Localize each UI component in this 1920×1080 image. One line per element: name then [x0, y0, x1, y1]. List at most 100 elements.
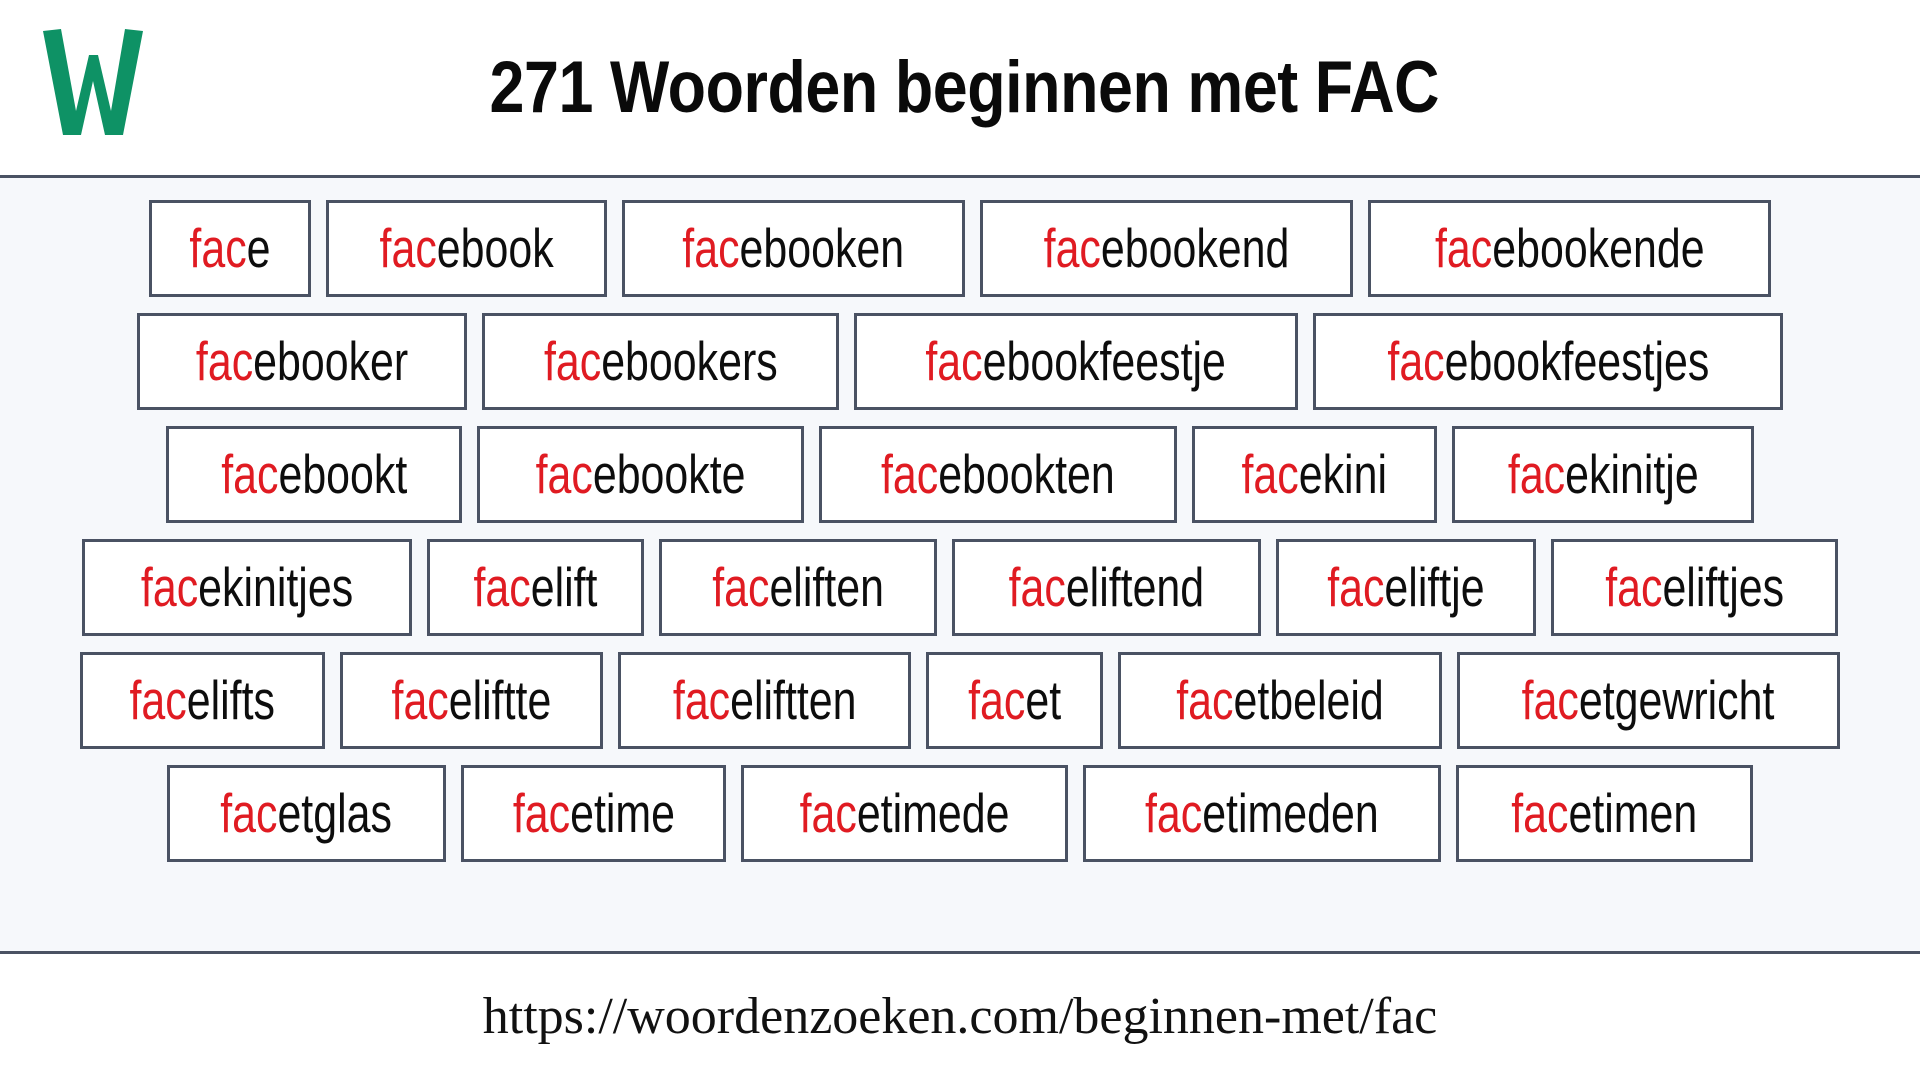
word-prefix: fac	[473, 556, 531, 618]
word-box[interactable]: faceliftend	[952, 539, 1261, 636]
word-suffix: elift	[530, 556, 598, 618]
word-label: faceliftten	[673, 673, 857, 728]
word-suffix: eliftjes	[1662, 556, 1784, 618]
word-box[interactable]: facetglas	[167, 765, 446, 862]
word-box[interactable]: facet	[926, 652, 1104, 749]
word-label: facebook	[379, 221, 553, 276]
word-prefix: fac	[1604, 556, 1663, 618]
word-suffix: ekinitjes	[198, 556, 354, 618]
word-label: facetbeleid	[1177, 673, 1385, 728]
word-prefix: fac	[712, 556, 770, 618]
w-logo-icon	[30, 22, 150, 140]
word-box[interactable]: facebookten	[819, 426, 1178, 523]
word-suffix: etbeleid	[1233, 669, 1385, 731]
word-suffix: etgewricht	[1579, 669, 1775, 731]
word-prefix: fac	[1507, 443, 1565, 505]
word-box[interactable]: faceliften	[659, 539, 938, 636]
word-prefix: fac	[1511, 782, 1569, 844]
word-suffix: eliftten	[729, 669, 857, 731]
word-label: facekinitjes	[141, 560, 353, 615]
word-box[interactable]: facebookt	[165, 426, 463, 523]
word-box[interactable]: facebookte	[477, 426, 805, 523]
word-suffix: et	[1025, 669, 1062, 731]
word-label: facetimeden	[1145, 786, 1379, 841]
word-label: facebooker	[196, 334, 408, 389]
word-prefix: fac	[220, 782, 278, 844]
word-box[interactable]: facetimede	[741, 765, 1069, 862]
word-box[interactable]: facekinitje	[1451, 426, 1755, 523]
word-box[interactable]: facebooken	[622, 200, 965, 297]
word-label: facebookers	[544, 334, 778, 389]
word-label: facet	[968, 673, 1061, 728]
word-list: face facebook facebooken facebookend faceboo…	[0, 178, 1920, 954]
word-box[interactable]: facetimen	[1456, 765, 1753, 862]
word-suffix: e	[246, 217, 271, 279]
page-header: 271 Woorden beginnen met FAC	[0, 0, 1920, 178]
word-label: facebooken	[682, 221, 904, 276]
word-prefix: fac	[512, 782, 570, 844]
word-prefix: fac	[221, 443, 279, 505]
word-suffix: elifts	[187, 669, 276, 731]
word-box[interactable]: facetimeden	[1083, 765, 1442, 862]
word-prefix: fac	[1145, 782, 1203, 844]
word-box[interactable]: facebookers	[481, 313, 840, 410]
word-suffix: ebookte	[593, 443, 746, 505]
word-label: facetgewricht	[1522, 673, 1775, 728]
word-prefix: fac	[925, 330, 983, 392]
word-box[interactable]: facelift	[427, 539, 645, 636]
word-prefix: fac	[1387, 330, 1445, 392]
word-box[interactable]: facebook	[325, 200, 608, 297]
word-prefix: fac	[1522, 669, 1580, 731]
word-prefix: fac	[800, 782, 858, 844]
word-box[interactable]: faceliftte	[339, 652, 603, 749]
word-suffix: etimen	[1568, 782, 1698, 844]
word-prefix: fac	[1008, 556, 1067, 618]
word-prefix: fac	[1176, 669, 1234, 731]
word-label: face	[189, 221, 270, 276]
word-box[interactable]: faceliftten	[617, 652, 912, 749]
word-suffix: ebookten	[938, 443, 1116, 505]
page-title: 271 Woorden beginnen met FAC	[489, 47, 1440, 128]
word-box[interactable]: facebookfeestjes	[1312, 313, 1784, 410]
word-label: facelifts	[130, 673, 275, 728]
word-suffix: eliften	[769, 556, 884, 618]
word-prefix: fac	[672, 669, 730, 731]
word-prefix: fac	[682, 217, 740, 279]
word-box[interactable]: facetime	[460, 765, 727, 862]
word-box[interactable]: facebookende	[1367, 200, 1772, 297]
word-box[interactable]: faceliftje	[1275, 539, 1536, 636]
word-suffix: eliftje	[1384, 556, 1485, 618]
word-prefix: fac	[391, 669, 449, 731]
word-box[interactable]: facekinitjes	[82, 539, 413, 636]
word-row: facebookt facebookte facebookten facekini fa…	[16, 426, 1904, 523]
word-prefix: fac	[543, 330, 601, 392]
word-label: facebookten	[881, 447, 1115, 502]
word-prefix: fac	[881, 443, 939, 505]
word-suffix: ebookende	[1491, 217, 1705, 279]
word-box[interactable]: facebooker	[136, 313, 467, 410]
word-label: faceliftjes	[1605, 560, 1784, 615]
word-suffix: etimede	[857, 782, 1010, 844]
word-box[interactable]: facebookend	[979, 200, 1353, 297]
word-prefix: fac	[535, 443, 594, 505]
word-label: facekini	[1242, 447, 1387, 502]
word-suffix: ebookers	[600, 330, 778, 392]
word-suffix: ebookend	[1100, 217, 1289, 279]
word-suffix: eliftte	[448, 669, 552, 731]
word-row: facelifts faceliftte faceliftten facet facet…	[16, 652, 1904, 749]
word-box[interactable]: faceliftjes	[1550, 539, 1838, 636]
word-prefix: fac	[1241, 443, 1299, 505]
word-box[interactable]: facebookfeestje	[854, 313, 1298, 410]
word-label: facetimede	[800, 786, 1010, 841]
word-suffix: ebookfeestjes	[1444, 330, 1710, 392]
word-suffix: ekini	[1298, 443, 1388, 505]
word-box[interactable]: facetbeleid	[1118, 652, 1443, 749]
word-box[interactable]: face	[148, 200, 311, 297]
word-box[interactable]: facetgewricht	[1457, 652, 1840, 749]
word-box[interactable]: facekini	[1192, 426, 1437, 523]
word-prefix: fac	[1043, 217, 1101, 279]
word-row: facekinitjes facelift faceliften faceliften…	[16, 539, 1904, 636]
word-label: facebookt	[221, 447, 407, 502]
word-box[interactable]: facelifts	[80, 652, 325, 749]
word-label: facebookfeestjes	[1387, 334, 1709, 389]
